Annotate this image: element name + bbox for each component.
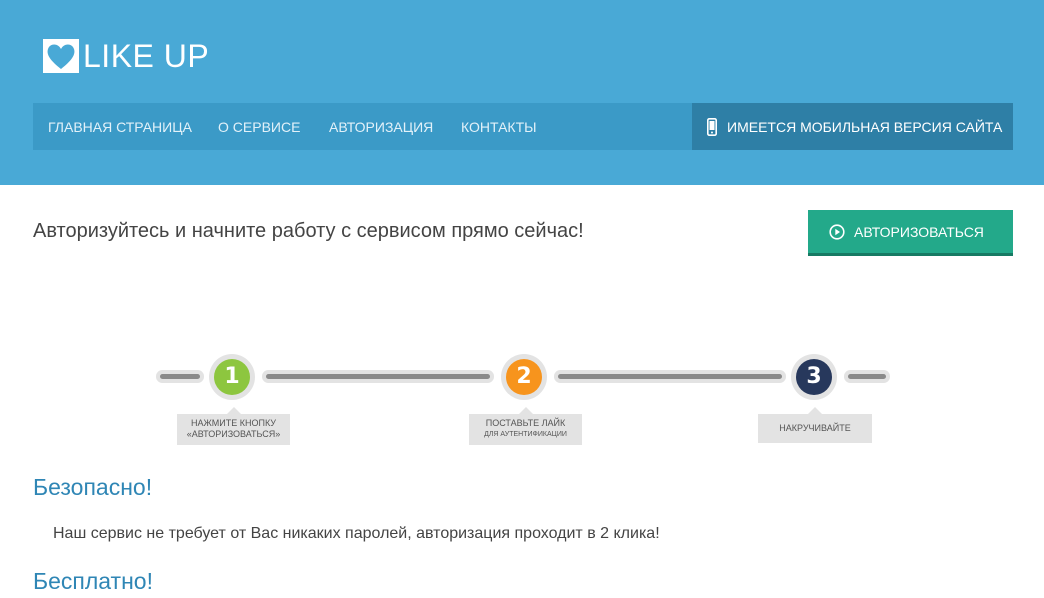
mobile-version-button[interactable]: ИМЕЕТСЯ МОБИЛЬНАЯ ВЕРСИЯ САЙТА (692, 103, 1013, 150)
nav-item-home[interactable]: ГЛАВНАЯ СТРАНИЦА (48, 103, 192, 150)
section-title-free: Бесплатно! (33, 568, 153, 594)
step-connector (160, 374, 200, 379)
logo[interactable]: LIKE UP (43, 38, 209, 74)
nav-item-contacts[interactable]: КОНТАКТЫ (461, 103, 537, 150)
step-1: 1 (209, 354, 255, 400)
main-nav: ГЛАВНАЯ СТРАНИЦА О СЕРВИСЕ АВТОРИЗАЦИЯ К… (33, 103, 1013, 150)
cta-text: Авторизуйтесь и начните работу с сервисо… (33, 220, 584, 242)
step-number: 3 (796, 359, 832, 395)
step-connector (266, 374, 490, 379)
steps-diagram: 1 2 3 НАЖМИТЕ КНОПКУ «АВТОРИЗОВАТЬСЯ» ПО… (0, 340, 1044, 450)
step-caption-line: НАЖМИТЕ КНОПКУ (190, 418, 277, 428)
step-number: 1 (214, 359, 250, 395)
step-caption: НАЖМИТЕ КНОПКУ «АВТОРИЗОВАТЬСЯ» (177, 407, 290, 445)
mobile-version-label: ИМЕЕТСЯ МОБИЛЬНАЯ ВЕРСИЯ САЙТА (727, 118, 1003, 135)
step-number: 2 (506, 359, 542, 395)
section-text-safe: Наш сервис не требует от Вас никаких пар… (53, 525, 660, 542)
play-circle-icon (829, 223, 845, 240)
step-caption-line: НАКРУЧИВАЙТЕ (779, 423, 851, 433)
smartphone-icon (707, 117, 717, 136)
login-button[interactable]: АВТОРИЗОВАТЬСЯ (808, 210, 1013, 256)
login-button-label: АВТОРИЗОВАТЬСЯ (854, 223, 984, 240)
section-title-safe: Безопасно! (33, 474, 153, 500)
site-header: LIKE UP ГЛАВНАЯ СТРАНИЦА О СЕРВИСЕ АВТОР… (0, 0, 1044, 185)
step-caption: НАКРУЧИВАЙТЕ (758, 407, 872, 443)
step-caption: ПОСТАВЬТЕ ЛАЙК ДЛЯ АУТЕНТИФИКАЦИИ (469, 407, 582, 445)
step-caption-line: «АВТОРИЗОВАТЬСЯ» (186, 429, 281, 439)
step-caption-line: ДЛЯ АУТЕНТИФИКАЦИИ (484, 431, 567, 438)
step-connector (558, 374, 782, 379)
logo-text: LIKE UP (83, 38, 210, 74)
step-connector (848, 374, 886, 379)
nav-item-login[interactable]: АВТОРИЗАЦИЯ (329, 103, 433, 150)
nav-item-about[interactable]: О СЕРВИСЕ (218, 103, 300, 150)
step-2: 2 (501, 354, 547, 400)
step-caption-line: ПОСТАВЬТЕ ЛАЙК (485, 418, 566, 428)
step-3: 3 (791, 354, 837, 400)
heart-logo-icon (43, 39, 79, 73)
